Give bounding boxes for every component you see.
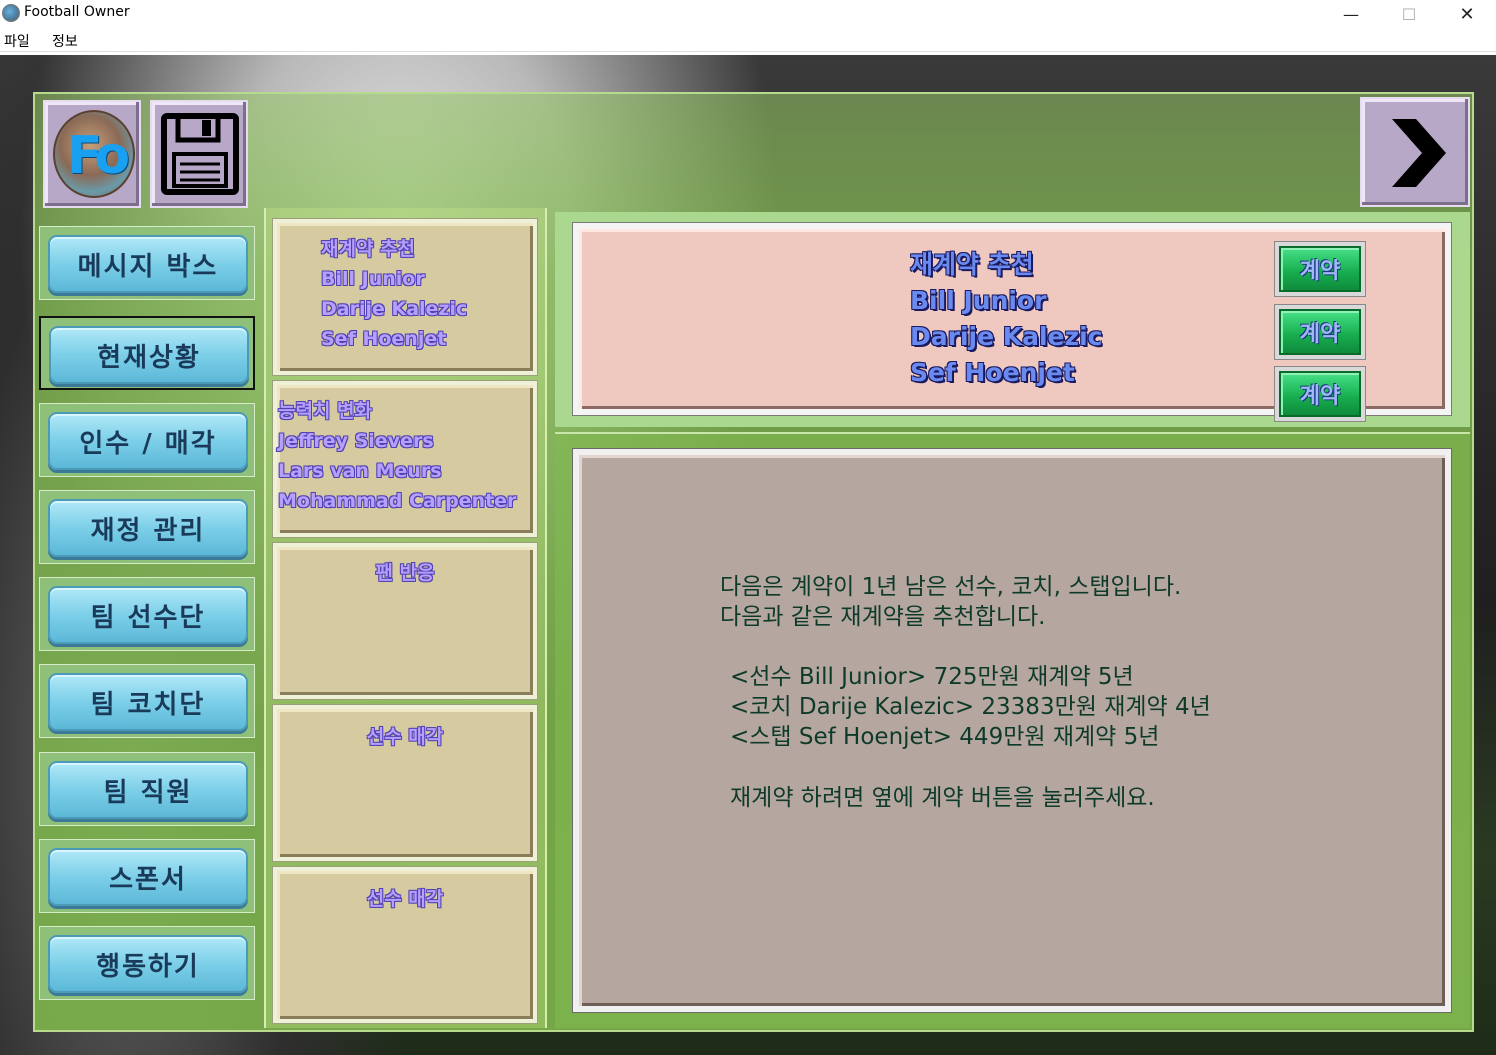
message-line: <코치 Darije Kalezic> 23383만원 재계약 4년 xyxy=(730,694,1211,720)
minimize-icon[interactable]: — xyxy=(1322,0,1380,28)
sidebar-item-staff[interactable]: 팀 직원 xyxy=(39,752,255,826)
contract-name: Sef Hoenjet xyxy=(910,358,1075,387)
contract-name: Darije Kalezic xyxy=(910,322,1103,351)
window-title: Football Owner xyxy=(24,4,130,20)
sidebar-item-acquisition[interactable]: 인수 / 매각 xyxy=(39,403,255,477)
card-line: Lars van Meurs xyxy=(278,460,442,482)
card-recontract[interactable]: 재계약 추천 Bill Junior Darije Kalezic Sef Ho… xyxy=(272,218,538,376)
message-line: <선수 Bill Junior> 725만원 재계약 5년 xyxy=(730,664,1134,690)
sidebar-item-label: 현재상황 xyxy=(49,326,249,384)
card-player-sale[interactable]: 선수 매각 xyxy=(272,704,538,862)
contract-button[interactable]: 계약 xyxy=(1274,241,1366,297)
sidebar-item-label: 행동하기 xyxy=(48,935,248,993)
card-player-sale[interactable]: 선수 매각 xyxy=(272,866,538,1024)
menu-info[interactable]: 정보 xyxy=(52,31,78,51)
contract-name: Bill Junior xyxy=(910,286,1047,315)
sidebar-item-action[interactable]: 행동하기 xyxy=(39,926,255,1000)
contract-button[interactable]: 계약 xyxy=(1274,304,1366,360)
sidebar-item-label: 메시지 박스 xyxy=(48,235,248,293)
logo-text: Fo xyxy=(67,126,130,186)
sidebar-item-label: 팀 선수단 xyxy=(48,586,248,644)
sidebar-item-current-status[interactable]: 현재상황 xyxy=(39,316,255,390)
sidebar-item-finance[interactable]: 재정 관리 xyxy=(39,490,255,564)
message-line: <스탭 Sef Hoenjet> 449만원 재계약 5년 xyxy=(730,724,1160,750)
message-line: 다음은 계약이 1년 남은 선수, 코치, 스탭입니다. xyxy=(720,574,1182,600)
title-bar: Football Owner — ☐ ✕ xyxy=(0,0,1496,28)
sidebar-item-label: 팀 코치단 xyxy=(48,673,248,731)
close-icon[interactable]: ✕ xyxy=(1438,0,1496,28)
menu-bar: 파일 정보 xyxy=(0,28,1496,52)
contract-button-label: 계약 xyxy=(1279,371,1361,417)
message-line: 재계약 하려면 옆에 계약 버튼을 눌러주세요. xyxy=(730,785,1155,811)
card-title: 선수 매각 xyxy=(366,726,444,748)
message-line: 다음과 같은 재계약을 추천합니다. xyxy=(720,604,1046,630)
sidebar-item-sponsor[interactable]: 스폰서 xyxy=(39,839,255,913)
card-ability-change[interactable]: 능력치 변화 Jeffrey Sievers Lars van Meurs Mo… xyxy=(272,380,538,538)
card-line: Sef Hoenjet xyxy=(321,328,447,350)
card-line: Darije Kalezic xyxy=(321,298,468,320)
card-line: Jeffrey Sievers xyxy=(278,430,434,452)
save-button[interactable] xyxy=(150,100,248,208)
sidebar-item-label: 팀 직원 xyxy=(48,761,248,819)
contract-title: 재계약 추천 xyxy=(910,250,1034,279)
contract-button[interactable]: 계약 xyxy=(1274,366,1366,422)
contract-list: 재계약 추천 Bill Junior Darije Kalezic Sef Ho… xyxy=(910,247,1102,391)
card-fan-reaction[interactable]: 팬 반응 xyxy=(272,542,538,700)
card-title: 재계약 추천 xyxy=(321,238,416,260)
card-line: Mohammad Carpenter xyxy=(278,490,517,512)
fo-logo-button[interactable]: Fo xyxy=(43,100,141,208)
sidebar-item-message-box[interactable]: 메시지 박스 xyxy=(39,226,255,300)
sidebar-item-label: 재정 관리 xyxy=(48,499,248,557)
floppy-disk-icon xyxy=(161,113,239,195)
menu-file[interactable]: 파일 xyxy=(4,31,30,51)
chevron-right-icon xyxy=(1392,119,1446,187)
maximize-icon[interactable]: ☐ xyxy=(1380,0,1438,28)
sidebar-item-players[interactable]: 팀 선수단 xyxy=(39,577,255,651)
ball-icon: Fo xyxy=(53,110,135,198)
contract-button-label: 계약 xyxy=(1279,309,1361,355)
sidebar-item-label: 스폰서 xyxy=(48,848,248,906)
sidebar-item-coaches[interactable]: 팀 코치단 xyxy=(39,664,255,738)
sidebar-item-label: 인수 / 매각 xyxy=(48,412,248,470)
card-title: 능력치 변화 xyxy=(278,400,373,422)
card-title: 선수 매각 xyxy=(366,888,444,910)
app-icon xyxy=(2,4,20,22)
contract-button-label: 계약 xyxy=(1279,246,1361,292)
card-line: Bill Junior xyxy=(321,268,425,290)
card-title: 팬 반응 xyxy=(375,562,435,584)
next-button[interactable] xyxy=(1360,97,1470,207)
